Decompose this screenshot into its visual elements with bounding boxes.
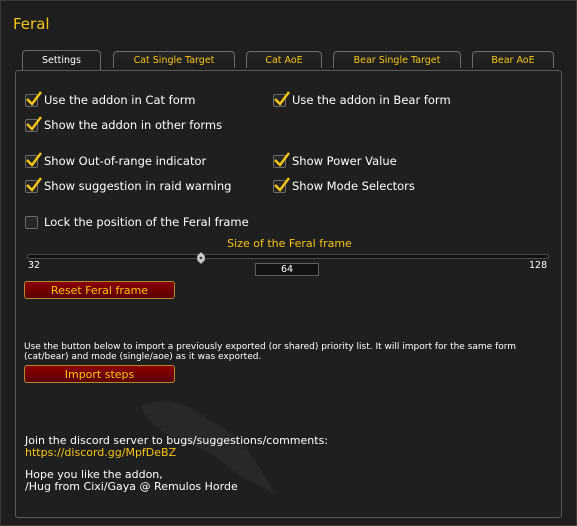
tab-bear-aoe[interactable]: Bear AoE <box>472 51 554 68</box>
out-of-range-checkbox[interactable] <box>25 151 42 168</box>
bear-form-label: Use the addon in Bear form <box>292 93 451 107</box>
other-forms-label: Show the addon in other forms <box>44 118 223 132</box>
option-lock-position[interactable]: Lock the position of the Feral frame <box>25 215 249 229</box>
cat-form-label: Use the addon in Cat form <box>44 93 196 107</box>
frame-size-slider-min: 32 <box>28 260 41 271</box>
option-raid-warning[interactable]: Show suggestion in raid warning <box>25 176 232 193</box>
power-value-label: Show Power Value <box>292 154 397 168</box>
frame-size-slider-max: 128 <box>529 260 548 271</box>
lock-position-label: Lock the position of the Feral frame <box>44 215 249 229</box>
tab-bear-single-target[interactable]: Bear Single Target <box>333 51 461 68</box>
lock-position-checkbox[interactable] <box>25 215 38 229</box>
other-forms-checkbox[interactable] <box>25 115 42 132</box>
option-bear-form[interactable]: Use the addon in Bear form <box>273 90 451 107</box>
option-other-forms[interactable]: Show the addon in other forms <box>25 115 223 132</box>
tab-settings[interactable]: Settings <box>22 50 101 70</box>
option-mode-selectors[interactable]: Show Mode Selectors <box>273 176 415 193</box>
out-of-range-label: Show Out-of-range indicator <box>44 154 207 168</box>
hug-text: /Hug from Cixi/Gaya @ Remulos Horde <box>25 480 238 493</box>
tab-cat-aoe[interactable]: Cat AoE <box>246 51 322 68</box>
mode-selectors-label: Show Mode Selectors <box>292 179 415 193</box>
option-power-value[interactable]: Show Power Value <box>273 151 397 168</box>
raid-warning-checkbox[interactable] <box>25 176 42 193</box>
option-out-of-range[interactable]: Show Out-of-range indicator <box>25 151 207 168</box>
option-cat-form[interactable]: Use the addon in Cat form <box>25 90 196 107</box>
frame-size-slider-label: Size of the Feral frame <box>227 237 352 250</box>
frame-size-slider-thumb[interactable] <box>196 249 206 265</box>
raid-warning-label: Show suggestion in raid warning <box>44 179 232 193</box>
discord-link[interactable]: https://discord.gg/MpfDeBZ <box>25 446 176 459</box>
frame-size-slider-track[interactable] <box>27 254 549 259</box>
reset-frame-button[interactable]: Reset Feral frame <box>24 281 175 299</box>
import-info-text: Use the button below to import a previou… <box>24 342 517 362</box>
cat-form-checkbox[interactable] <box>25 90 42 107</box>
mode-selectors-checkbox[interactable] <box>273 176 290 193</box>
options-window: Feral Settings Cat Single Target Cat AoE… <box>0 0 577 526</box>
bear-form-checkbox[interactable] <box>273 90 290 107</box>
import-steps-button[interactable]: Import steps <box>24 365 175 383</box>
tab-cat-single-target[interactable]: Cat Single Target <box>113 51 235 68</box>
frame-size-value-input[interactable]: 64 <box>255 263 319 276</box>
power-value-checkbox[interactable] <box>273 151 290 168</box>
window-title: Feral <box>13 15 50 33</box>
